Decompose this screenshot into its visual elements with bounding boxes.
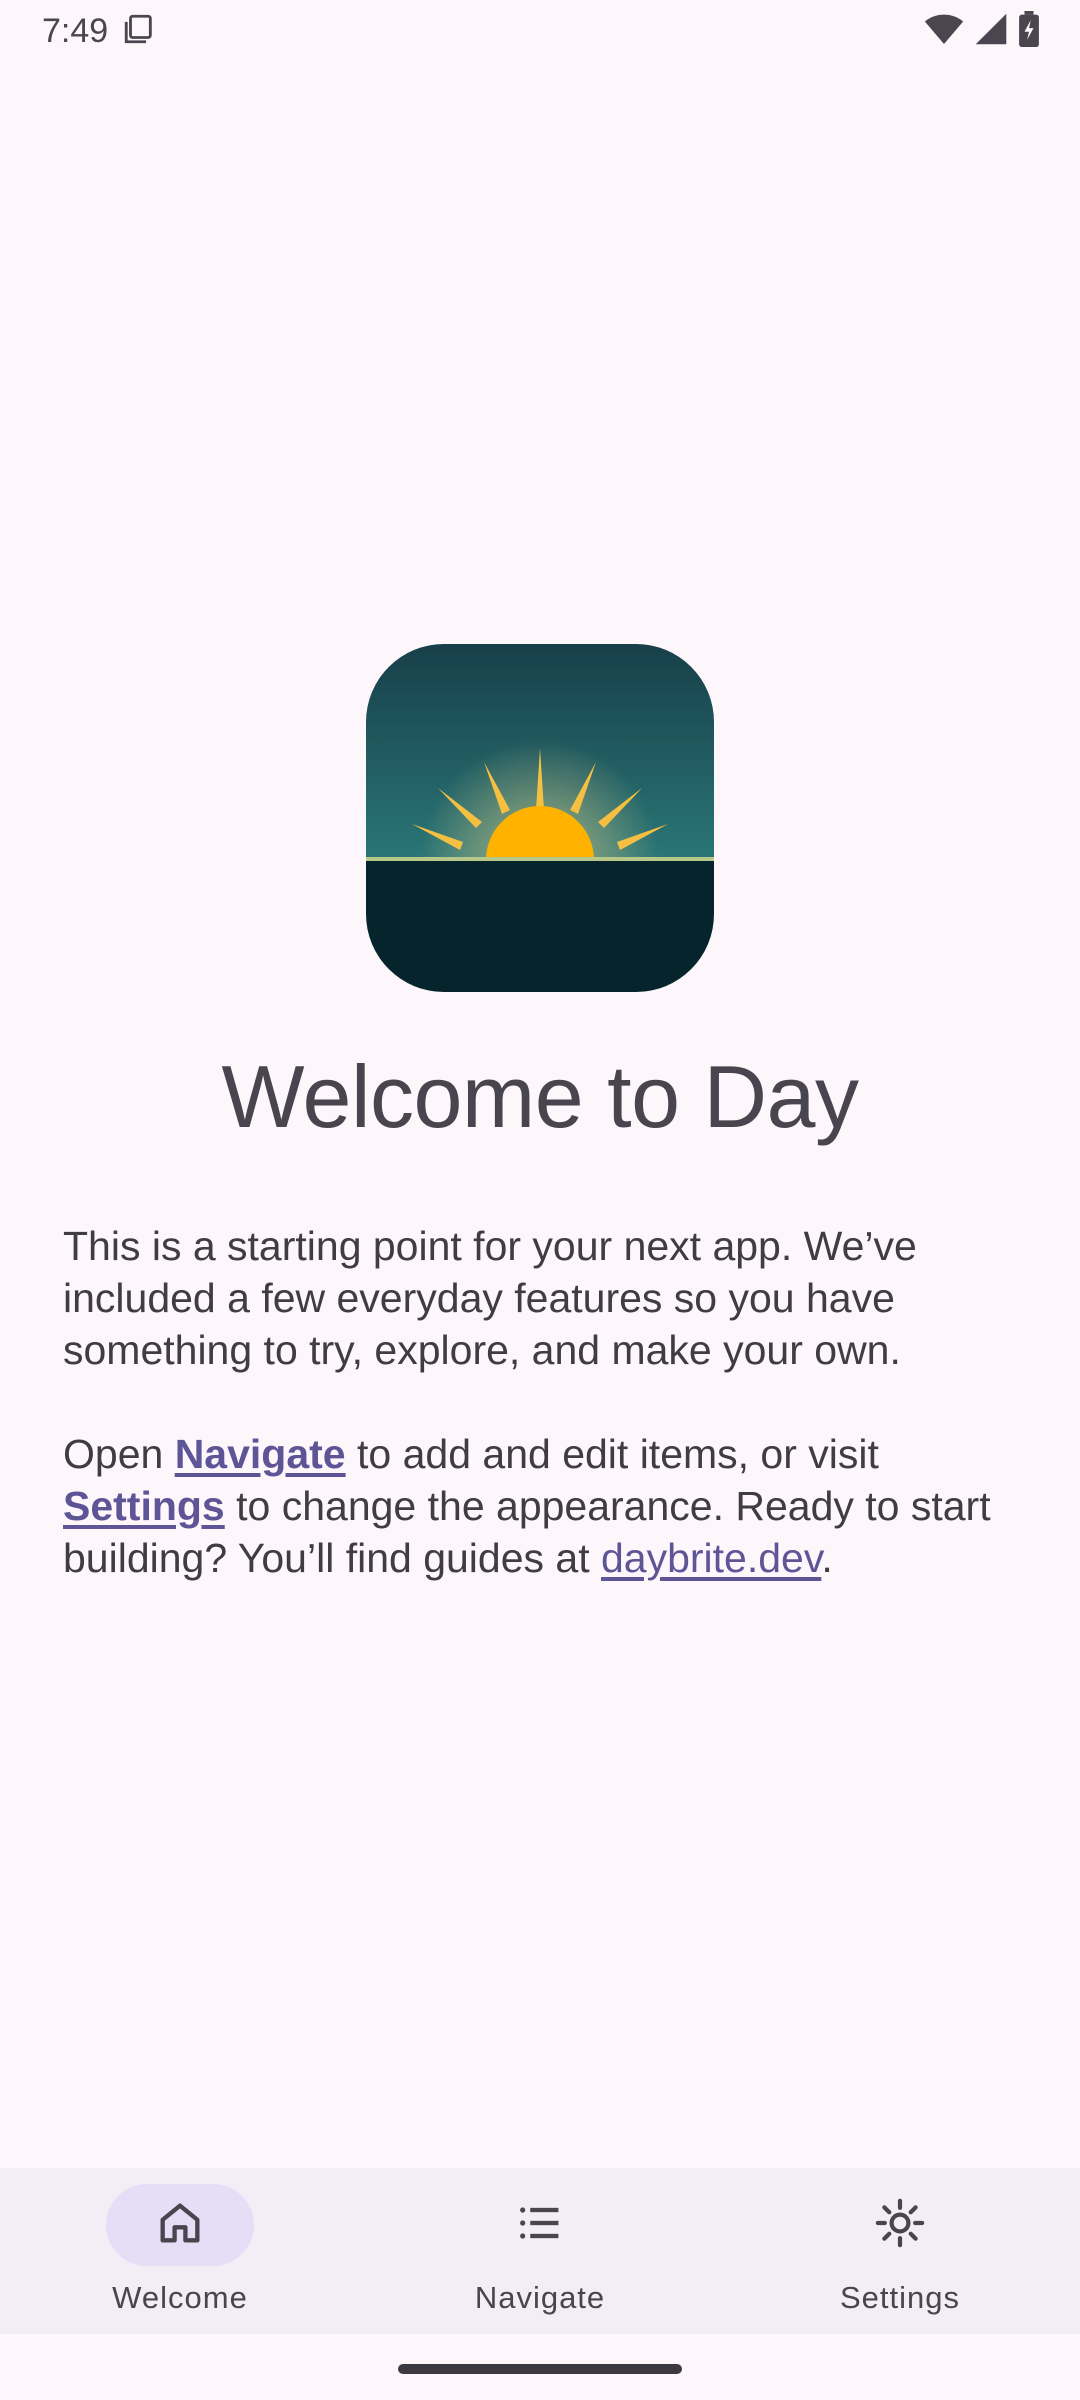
daybrite-site-link[interactable]: daybrite.dev [601,1535,821,1581]
text-middle-1: to add and edit items, or visit [345,1431,879,1477]
wifi-icon [924,12,964,51]
status-left: 7:49 [42,12,156,51]
text-end: . [821,1535,833,1581]
battery-charging-icon [1018,10,1040,52]
guide-paragraph: Open Navigate to add and edit items, or … [63,1428,1023,1584]
intro-paragraph: This is a starting point for your next a… [63,1223,917,1373]
nav-label-settings: Settings [839,2280,960,2315]
bottom-navigation: Welcome Navigate Settings [0,2168,1080,2334]
app-screen: 7:49 Welcome to Day This is a starting p… [0,0,1080,2400]
app-logo [366,644,714,992]
status-time: 7:49 [42,11,109,50]
status-bar: 7:49 [0,0,1080,62]
navigate-link[interactable]: Navigate [175,1431,346,1477]
nav-label-navigate: Navigate [474,2280,606,2315]
screenshot-notification-icon [122,12,156,51]
nav-icon-container [826,2184,974,2266]
page-title: Welcome to Day [221,1047,859,1146]
settings-link[interactable]: Settings [63,1483,225,1529]
list-icon [514,2197,566,2254]
welcome-description: This is a starting point for your next a… [63,1220,1023,1584]
nav-icon-container [466,2184,614,2266]
home-icon [154,2197,206,2254]
nav-item-welcome[interactable]: Welcome [0,2168,360,2334]
status-right [924,10,1040,52]
sunrise-logo-icon [366,644,714,992]
nav-item-settings[interactable]: Settings [720,2168,1080,2334]
nav-item-navigate[interactable]: Navigate [360,2168,720,2334]
nav-active-indicator [106,2184,254,2266]
cellular-signal-icon [974,12,1008,51]
nav-label-welcome: Welcome [112,2280,248,2315]
gesture-handle[interactable] [398,2364,682,2374]
brightness-icon [872,2195,928,2256]
text-open: Open [63,1431,175,1477]
